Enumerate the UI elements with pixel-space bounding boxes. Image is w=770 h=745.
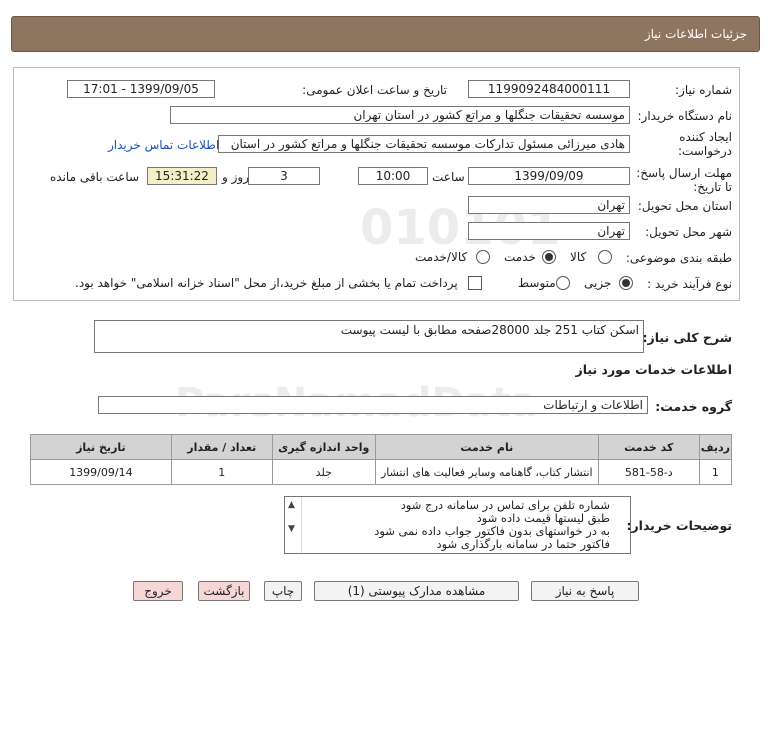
announce-label: تاریخ و ساعت اعلان عمومی: xyxy=(302,83,447,97)
cell-qty: 1 xyxy=(170,459,273,485)
respond-button[interactable]: پاسخ به نیاز xyxy=(531,581,639,601)
cell-code: د-58-581 xyxy=(597,459,700,485)
page-header: جزئیات اطلاعات نیاز xyxy=(11,16,760,52)
days-field: 3 xyxy=(248,167,320,185)
back-button[interactable]: بازگشت xyxy=(198,581,250,601)
announce-field: 1399/09/05 - 17:01 xyxy=(67,80,215,98)
buyer-notes-box[interactable]: شماره تلفن برای تماس در سامانه درج شود ط… xyxy=(284,496,631,554)
deadline-label: مهلت ارسال پاسخ: تا تاریخ: xyxy=(636,166,732,194)
exit-button[interactable]: خروج xyxy=(133,581,183,601)
buyer-label: نام دستگاه خریدار: xyxy=(637,109,733,123)
city-label: شهر محل تحویل: xyxy=(645,225,732,239)
deadline-time-field: 10:00 xyxy=(358,167,428,185)
service-group-field: اطلاعات و ارتباطات xyxy=(98,396,648,414)
category-goods-service-radio[interactable] xyxy=(476,250,490,264)
table-row: 1 د-58-581 انتشار کتاب، گاهنامه وسایر فع… xyxy=(30,459,733,485)
scroll-up-icon[interactable]: ▲ xyxy=(288,499,295,512)
deadline-time-label: ساعت xyxy=(432,170,465,184)
col-date: تاریخ نیاز xyxy=(30,434,172,460)
col-qty: تعداد / مقدار xyxy=(170,434,273,460)
category-service-radio[interactable] xyxy=(542,250,556,264)
buyer-field: موسسه تحقیقات جنگلها و مراتع کشور در است… xyxy=(170,106,630,124)
province-label: استان محل تحویل: xyxy=(637,199,732,213)
deadline-date-field: 1399/09/09 xyxy=(468,167,630,185)
contact-buyer-link[interactable]: اطلاعات تماس خریدار xyxy=(108,138,219,152)
buyer-notes-label: توضیحات خریدار: xyxy=(626,518,732,533)
process-minor-radio[interactable] xyxy=(619,276,633,290)
service-group-label: گروه خدمت: xyxy=(655,399,732,414)
table-header-row: ردیف کد خدمت نام خدمت واحد اندازه گیری ت… xyxy=(30,434,733,460)
col-code: کد خدمت xyxy=(597,434,700,460)
cell-name: انتشار کتاب، گاهنامه وسایر فعالیت های ان… xyxy=(374,459,599,485)
print-button[interactable]: چاپ xyxy=(264,581,302,601)
payment-note: پرداخت تمام یا بخشی از مبلغ خرید،از محل … xyxy=(75,276,458,290)
services-heading: اطلاعات خدمات مورد نیاز xyxy=(575,362,733,377)
remaining-time-field: 15:31:22 xyxy=(147,167,217,185)
category-goods-label: کالا xyxy=(570,250,587,264)
summary-field: اسکن کتاب 251 جلد 28000صفحه مطابق با لیس… xyxy=(94,320,644,353)
process-medium-radio[interactable] xyxy=(556,276,570,290)
city-field: تهران xyxy=(468,222,630,240)
scroll-down-icon[interactable]: ▼ xyxy=(288,523,295,536)
services-table: ردیف کد خدمت نام خدمت واحد اندازه گیری ت… xyxy=(30,434,733,485)
category-goods-radio[interactable] xyxy=(598,250,612,264)
province-field: تهران xyxy=(468,196,630,214)
col-name: نام خدمت xyxy=(374,434,599,460)
days-label: روز و xyxy=(222,170,249,184)
notes-line: فاکتور حتما در سامانه بارگذاری شود xyxy=(436,537,610,551)
need-number-field: 1199092484000111 xyxy=(468,80,630,98)
process-minor-label: جزیی xyxy=(584,276,612,290)
summary-label: شرح کلی نیاز: xyxy=(642,330,732,345)
category-goods-service-label: کالا/خدمت xyxy=(415,250,468,264)
remaining-label: ساعت باقی مانده xyxy=(50,170,140,184)
need-number-label: شماره نیاز: xyxy=(675,83,732,97)
process-medium-label: متوسط xyxy=(518,276,556,290)
col-unit: واحد اندازه گیری xyxy=(271,434,376,460)
category-service-label: خدمت xyxy=(504,250,536,264)
process-label: نوع فرآیند خرید : xyxy=(647,277,732,291)
page-title: جزئیات اطلاعات نیاز xyxy=(644,27,747,41)
attachments-button[interactable]: مشاهده مدارک پیوستی (1) xyxy=(314,581,519,601)
notes-scrollbar[interactable]: ▲ ▼ xyxy=(285,497,302,553)
creator-field: هادی میرزائی مسئول تدارکات موسسه تحقیقات… xyxy=(218,135,630,153)
category-label: طبقه بندی موضوعی: xyxy=(625,251,732,265)
treasury-checkbox[interactable] xyxy=(468,276,482,290)
creator-label: ایجاد کننده درخواست: xyxy=(678,130,732,158)
cell-unit: جلد xyxy=(271,459,376,485)
cell-date: 1399/09/14 xyxy=(30,459,172,485)
cell-row: 1 xyxy=(698,459,733,485)
col-row: ردیف xyxy=(698,434,733,460)
